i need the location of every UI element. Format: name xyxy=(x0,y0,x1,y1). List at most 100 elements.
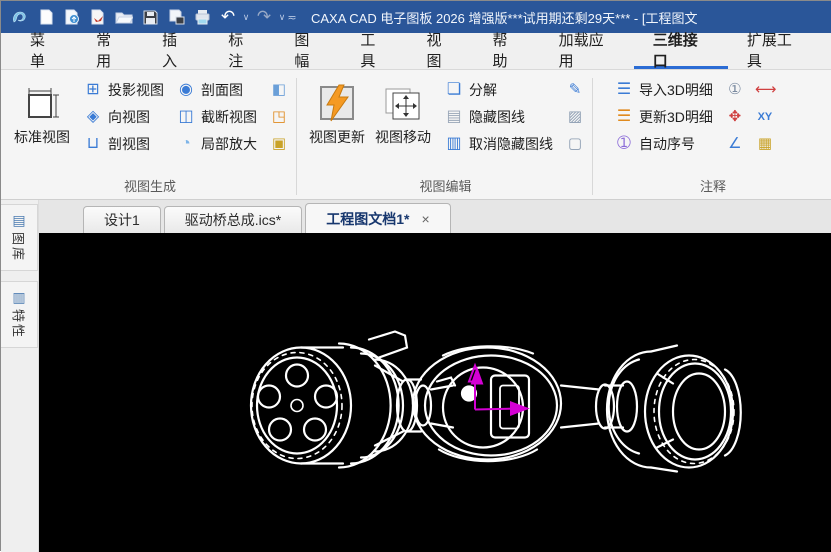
crop-view-icon: ◳ xyxy=(269,107,289,127)
update-3d-bom-icon: ☰ xyxy=(614,107,634,127)
menu-item-caidan[interactable]: 菜单 xyxy=(11,33,77,69)
view-from-file-button[interactable]: ▣ xyxy=(267,132,291,156)
align-balloons-icon: ✥ xyxy=(725,107,745,127)
ribbon-separator xyxy=(296,78,297,195)
xy-coordinate-button[interactable]: XY xyxy=(753,105,777,129)
hide-lines-button[interactable]: ▤ 隐藏图线 xyxy=(440,103,557,130)
side-tab-library[interactable]: ▤ 图库 xyxy=(1,204,38,271)
xy-coordinate-icon: XY xyxy=(755,107,775,127)
menu-bar: 菜单 常用 插入 标注 图幅 工具 视图 帮助 加载应用 三维接口 扩展工具 xyxy=(1,33,831,70)
menu-item-biaozhu[interactable]: 标注 xyxy=(209,33,275,69)
projection-view-icon: ⊞ xyxy=(83,80,103,100)
auto-balloon-button[interactable]: ➀ 自动序号 xyxy=(610,130,717,157)
library-icon: ▤ xyxy=(9,210,29,230)
view-update-button[interactable]: 视图更新 xyxy=(304,76,370,152)
drawing-canvas[interactable] xyxy=(39,233,831,552)
view-move-button[interactable]: 视图移动 xyxy=(370,76,436,152)
update-3d-bom-button[interactable]: ☰ 更新3D明细 xyxy=(610,103,717,130)
ribbon-separator xyxy=(592,78,593,195)
partial-section-icon: ◧ xyxy=(269,80,289,100)
menu-item-tufu[interactable]: 图幅 xyxy=(275,33,341,69)
undo-icon[interactable]: ↶ xyxy=(215,5,241,29)
angle-annotate-icon: ∠ xyxy=(725,134,745,154)
menu-item-jiazai-yingyong[interactable]: 加载应用 xyxy=(540,33,634,69)
window-title: CAXA CAD 电子图板 2026 增强版***试用期还剩29天*** - [… xyxy=(311,8,697,27)
redo-icon[interactable]: ↷ xyxy=(251,5,277,29)
table-edit-button[interactable]: ▦ xyxy=(753,132,777,156)
doc-tab-drawing-doc1[interactable]: 工程图文档1* × xyxy=(305,203,450,233)
group-label-view-editing: 视图编辑 xyxy=(304,173,587,199)
standard-view-button[interactable]: 标准视图 xyxy=(9,76,75,152)
edit-boundary-icon: ▢ xyxy=(565,134,585,154)
ribbon-group-annotation: ☰ 导入3D明细 ☰ 更新3D明细 ➀ 自动序号 ① ✥ ∠ xyxy=(594,74,830,199)
edit-hatch-button[interactable]: ▨ xyxy=(563,105,587,129)
menu-item-charu[interactable]: 插入 xyxy=(143,33,209,69)
doc-tab-axle-assembly[interactable]: 驱动桥总成.ics* xyxy=(164,206,302,233)
menu-item-shitu[interactable]: 视图 xyxy=(407,33,473,69)
view-move-icon xyxy=(382,81,424,125)
break-view-button[interactable]: ◫ 截断视图 xyxy=(172,103,261,130)
crop-view-button[interactable]: ◳ xyxy=(267,105,291,129)
app-logo-icon xyxy=(7,5,33,29)
side-tab-properties[interactable]: ▥ 特性 xyxy=(1,281,38,348)
auto-balloon-icon: ➀ xyxy=(614,134,634,154)
save-all-icon[interactable] xyxy=(163,5,189,29)
partial-section-button[interactable]: ◧ xyxy=(267,78,291,102)
unhide-lines-button[interactable]: ▥ 取消隐藏图线 xyxy=(440,130,557,157)
explode-icon: ❏ xyxy=(444,80,464,100)
view-from-file-icon: ▣ xyxy=(269,134,289,154)
quick-access-more-icon[interactable]: ≂ xyxy=(287,11,297,24)
menu-item-gongju[interactable]: 工具 xyxy=(341,33,407,69)
view-update-icon xyxy=(316,81,358,125)
import-3d-bom-icon: ☰ xyxy=(614,80,634,100)
balloon-zoom-icon: ① xyxy=(725,80,745,100)
detail-view-icon: ◔ xyxy=(176,134,196,154)
ribbon: 标准视图 ⊞ 投影视图 ◈ 向视图 ⊔ 剖视图 xyxy=(1,70,831,200)
break-view-icon: ◫ xyxy=(176,107,196,127)
print-icon[interactable] xyxy=(189,5,215,29)
properties-icon: ▥ xyxy=(9,287,29,307)
align-balloons-button[interactable]: ✥ xyxy=(723,105,747,129)
menu-item-kuozhan-gongju[interactable]: 扩展工具 xyxy=(728,33,822,69)
ribbon-group-view-generation: 标准视图 ⊞ 投影视图 ◈ 向视图 ⊔ 剖视图 xyxy=(3,74,295,199)
section-plane-button[interactable]: ◉ 剖面图 xyxy=(172,76,261,103)
angle-annotate-button[interactable]: ∠ xyxy=(723,132,747,156)
table-edit-icon: ▦ xyxy=(755,134,775,154)
tab-close-icon[interactable]: × xyxy=(421,211,429,227)
balloon-zoom-button[interactable]: ① xyxy=(723,78,747,102)
edit-hatch-icon: ▨ xyxy=(565,107,585,127)
new-from-template-icon[interactable] xyxy=(59,5,85,29)
hide-lines-icon: ▤ xyxy=(444,107,464,127)
detail-view-button[interactable]: ◔ 局部放大 xyxy=(172,130,261,157)
menu-item-bangzhu[interactable]: 帮助 xyxy=(474,33,540,69)
redo-dropdown-icon[interactable]: ∨ xyxy=(277,12,287,23)
dimension-3d-button[interactable]: ⟷ xyxy=(753,78,777,102)
doc-tab-design1[interactable]: 设计1 xyxy=(83,206,161,233)
explode-button[interactable]: ❏ 分解 xyxy=(440,76,557,103)
group-label-view-generation: 视图生成 xyxy=(9,173,291,199)
cad-drawing xyxy=(39,233,831,552)
direction-view-icon: ◈ xyxy=(83,107,103,127)
edit-view-button[interactable]: ✎ xyxy=(563,78,587,102)
ribbon-group-view-editing: 视图更新 视图移动 ❏ xyxy=(298,74,591,199)
import-3d-bom-button[interactable]: ☰ 导入3D明细 xyxy=(610,76,717,103)
dimension-3d-icon: ⟷ xyxy=(755,80,775,100)
menu-item-sanwei-jiekou[interactable]: 三维接口 xyxy=(634,33,728,69)
export-file-icon[interactable] xyxy=(85,5,111,29)
standard-view-icon xyxy=(21,81,63,125)
edit-boundary-button[interactable]: ▢ xyxy=(563,132,587,156)
undo-dropdown-icon[interactable]: ∨ xyxy=(241,12,251,23)
section-view-button[interactable]: ⊔ 剖视图 xyxy=(79,130,168,157)
open-folder-icon[interactable] xyxy=(111,5,137,29)
side-panel-rail: ▤ 图库 ▥ 特性 xyxy=(1,200,39,552)
projection-view-button[interactable]: ⊞ 投影视图 xyxy=(79,76,168,103)
group-label-annotation: 注释 xyxy=(600,173,826,199)
edit-view-icon: ✎ xyxy=(565,80,585,100)
new-file-icon[interactable] xyxy=(33,5,59,29)
app-window: ↶ ∨ ↷ ∨ ≂ CAXA CAD 电子图板 2026 增强版***试用期还剩… xyxy=(1,1,831,552)
unhide-lines-icon: ▥ xyxy=(444,134,464,154)
save-icon[interactable] xyxy=(137,5,163,29)
menu-item-changyong[interactable]: 常用 xyxy=(77,33,143,69)
section-plane-icon: ◉ xyxy=(176,80,196,100)
direction-view-button[interactable]: ◈ 向视图 xyxy=(79,103,168,130)
